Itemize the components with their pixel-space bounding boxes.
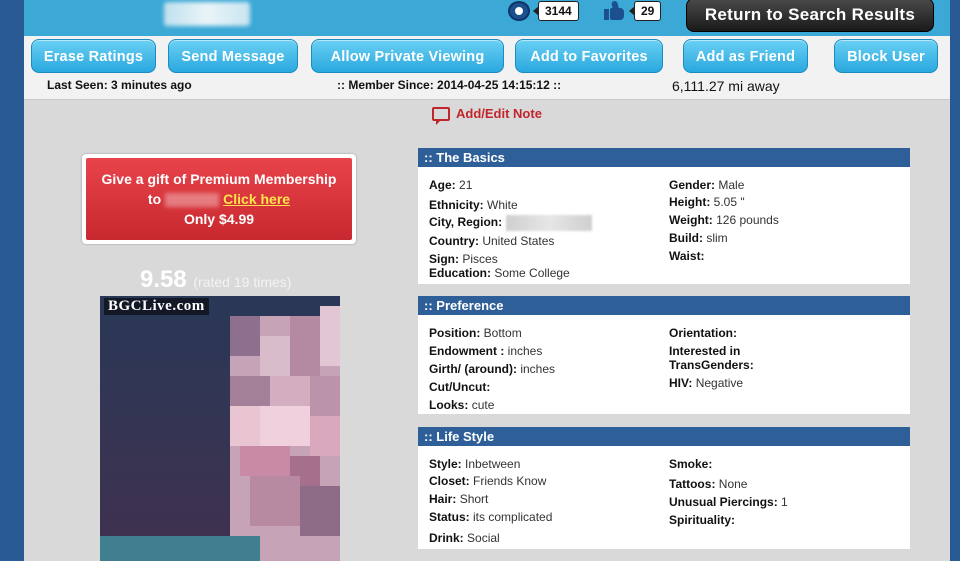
hiv-value: Negative (695, 376, 744, 390)
sign-label: Sign: (429, 252, 459, 266)
lifestyle-title: :: Life Style (418, 427, 910, 446)
erase-ratings-button[interactable]: Erase Ratings (31, 39, 156, 73)
piercings-value: 1 (781, 495, 788, 509)
add-to-favorites-button[interactable]: Add to Favorites (515, 39, 663, 73)
note-label: Add/Edit Note (456, 106, 542, 121)
waist-label: Waist: (669, 249, 705, 263)
height-label: Height: (669, 195, 711, 209)
thumbs-up-icon[interactable] (604, 0, 626, 21)
status-label: Status: (429, 510, 470, 524)
block-user-button[interactable]: Block User (834, 39, 938, 73)
endowment-value: inches (507, 344, 543, 358)
action-bar: Erase Ratings Send Message Allow Private… (24, 36, 950, 100)
distance: 6,111.27 mi away (672, 78, 780, 94)
add-as-friend-button[interactable]: Add as Friend (683, 39, 808, 73)
age-value: 21 (459, 178, 473, 192)
closet-value: Friends Know (473, 474, 547, 488)
allow-private-viewing-button[interactable]: Allow Private Viewing (311, 39, 504, 73)
education-value: Some College (494, 266, 570, 280)
gender-value: Male (718, 178, 745, 192)
country-value: United States (482, 234, 555, 248)
profile-page: 3144 29 Return to Search Results Erase R… (24, 0, 950, 561)
style-value: Inbetween (465, 457, 521, 471)
position-value: Bottom (483, 326, 522, 340)
blurred-recipient (165, 193, 220, 208)
eye-icon (508, 1, 530, 21)
blurred-city (506, 215, 593, 231)
basics-section: :: The Basics Age: 21 Ethnicity: White C… (418, 148, 910, 284)
country-label: Country: (429, 234, 479, 248)
top-bar: 3144 29 Return to Search Results (24, 0, 950, 36)
gender-label: Gender: (669, 178, 716, 192)
gift-to: to (147, 191, 162, 207)
rating-score: 9.58 (140, 266, 187, 293)
interested-label-2: TransGenders: (669, 358, 754, 372)
views-count: 3144 (533, 1, 579, 21)
piercings-label: Unusual Piercings: (669, 495, 778, 509)
lifestyle-section: :: Life Style Style: Inbetween Closet: F… (418, 427, 910, 549)
gift-click-here-link[interactable]: Click here (223, 191, 290, 207)
last-seen: Last Seen: 3 minutes ago (47, 78, 192, 92)
looks-label: Looks: (429, 398, 469, 412)
add-edit-note-link[interactable]: Add/Edit Note (432, 106, 542, 125)
send-message-button[interactable]: Send Message (168, 39, 298, 73)
weight-label: Weight: (669, 213, 713, 227)
rating-count: (rated 19 times) (193, 274, 292, 290)
member-since: :: Member Since: 2014-04-25 14:15:12 :: (337, 78, 562, 92)
ethnicity-value: White (487, 198, 518, 212)
girth-value: inches (520, 362, 556, 376)
gift-membership-banner: Give a gift of Premium Membership to Clic… (82, 154, 356, 244)
hiv-label: HIV: (669, 376, 693, 390)
style-label: Style: (429, 457, 462, 471)
cut-label: Cut/Uncut: (429, 380, 491, 394)
girth-label: Girth/ (around): (429, 362, 517, 376)
orientation-label: Orientation: (669, 326, 737, 340)
interested-label-1: Interested in (669, 344, 741, 358)
weight-value: 126 pounds (716, 213, 779, 227)
hair-label: Hair: (429, 492, 457, 506)
endowment-label: Endowment : (429, 344, 505, 358)
photo-watermark: BGCLive.com (104, 298, 209, 315)
blurred-username (164, 2, 250, 26)
likes-count: 29 (628, 1, 662, 21)
rating: 9.58 (rated 19 times) (140, 266, 291, 294)
likes-counter[interactable]: 29 (604, 0, 662, 21)
drink-value: Social (467, 531, 500, 545)
education-label: Education: (429, 266, 491, 280)
looks-value: cute (471, 398, 495, 412)
height-value: 5.05 " (713, 195, 745, 209)
gift-price: Only $4.99 (183, 211, 255, 227)
hair-value: Short (459, 492, 489, 506)
profile-photo[interactable]: BGCLive.com (100, 296, 340, 561)
basics-title: :: The Basics (418, 148, 910, 167)
build-value: slim (706, 231, 728, 245)
sign-value: Pisces (462, 252, 498, 266)
status-value: its complicated (473, 510, 553, 524)
preference-section: :: Preference Position: Bottom Endowment… (418, 296, 910, 414)
tattoos-label: Tattoos: (669, 477, 716, 491)
city-label: City, Region: (429, 215, 503, 230)
build-label: Build: (669, 231, 703, 245)
views-counter: 3144 (508, 1, 579, 21)
spirituality-label: Spirituality: (669, 513, 736, 527)
age-label: Age: (429, 178, 456, 192)
position-label: Position: (429, 326, 481, 340)
ethnicity-label: Ethnicity: (429, 198, 484, 212)
drink-label: Drink: (429, 531, 464, 545)
preference-title: :: Preference (418, 296, 910, 315)
gift-line1: Give a gift of Premium Membership (101, 171, 337, 187)
tattoos-value: None (718, 477, 748, 491)
smoke-label: Smoke: (669, 457, 713, 471)
return-to-search-button[interactable]: Return to Search Results (686, 0, 934, 32)
note-icon (432, 106, 450, 125)
closet-label: Closet: (429, 474, 470, 488)
